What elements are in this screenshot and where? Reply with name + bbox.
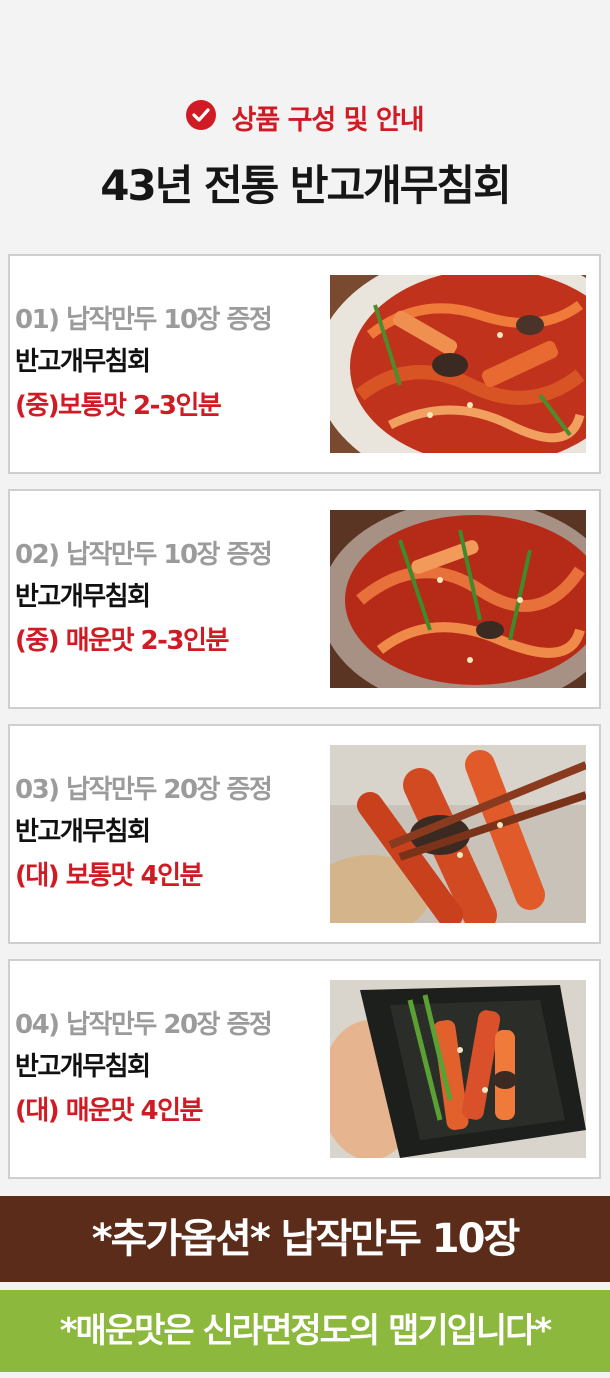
product-photo-chopsticks-bite [330,745,586,923]
gift-label: 04) 납작만두 20장 증정 [15,1010,273,1040]
product-photo-spicy-salad-glass-bowl [330,510,586,688]
product-name: 반고개무침회 [15,1052,151,1082]
product-card-2[interactable]: 02) 납작만두 10장 증정 반고개무침회 (중) 매운맛 2-3인분 [8,489,601,709]
product-info: 03) 납작만두 20장 증정 반고개무침회 (대) 보통맛 4인분 [15,770,335,898]
gift-label: 03) 납작만두 20장 증정 [15,775,273,805]
product-photo-seaweed-wrap [330,980,586,1158]
page-title: 43년 전통 반고개무침회 [100,161,511,210]
extra-option-banner: *추가옵션* 납작만두 10장 [0,1196,610,1282]
spicy-level-notice: *매운맛은 신라면정도의 맵기입니다* [0,1290,610,1372]
product-option: (대) 보통맛 4인분 [15,861,203,891]
product-name: 반고개무침회 [15,817,151,847]
product-card-4[interactable]: 04) 납작만두 20장 증정 반고개무침회 (대) 매운맛 4인분 [8,959,601,1179]
section-header: 상품 구성 및 안내 [0,98,610,137]
product-photo-spicy-salad-bowl [330,275,586,453]
product-option: (중)보통맛 2-3인분 [15,391,222,421]
product-name: 반고개무침회 [15,347,151,377]
product-info: 04) 납작만두 20장 증정 반고개무침회 (대) 매운맛 4인분 [15,1005,335,1133]
product-info: 01) 납작만두 10장 증정 반고개무침회 (중)보통맛 2-3인분 [15,300,335,428]
product-option: (중) 매운맛 2-3인분 [15,626,229,656]
check-circle-icon [186,99,217,130]
gift-label: 02) 납작만두 10장 증정 [15,540,273,570]
product-card-1[interactable]: 01) 납작만두 10장 증정 반고개무침회 (중)보통맛 2-3인분 [8,254,601,474]
product-info: 02) 납작만두 10장 증정 반고개무침회 (중) 매운맛 2-3인분 [15,535,335,663]
gift-label: 01) 납작만두 10장 증정 [15,305,273,335]
product-option: (대) 매운맛 4인분 [15,1096,203,1126]
section-subtitle: 상품 구성 및 안내 [231,105,425,136]
product-card-3[interactable]: 03) 납작만두 20장 증정 반고개무침회 (대) 보통맛 4인분 [8,724,601,944]
product-name: 반고개무침회 [15,582,151,612]
